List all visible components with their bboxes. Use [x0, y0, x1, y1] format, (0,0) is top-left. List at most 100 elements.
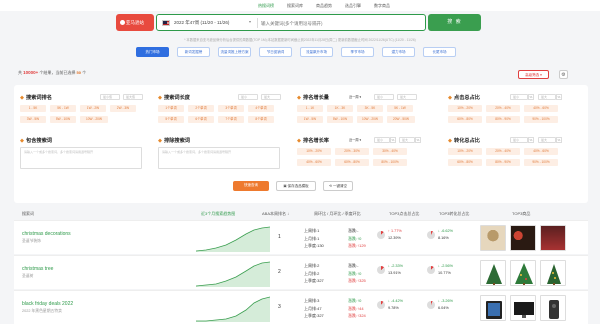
max-input[interactable]: 最大 [538, 137, 556, 143]
col-click-share[interactable]: TOP3点击总占比 [389, 211, 419, 217]
nav-selection-engine[interactable]: 选品引擎 [345, 3, 361, 9]
product-thumbnail[interactable] [480, 225, 506, 251]
nav-product-trend[interactable]: 商品趋势 [316, 3, 332, 9]
marketplace-button[interactable]: 亚马逊站 [116, 14, 154, 31]
save-template-button[interactable]: ▣ 保存选品模板 [276, 181, 316, 191]
max-input[interactable]: 最大 [399, 137, 415, 143]
tab-traffic-surge[interactable]: 流量飙升市场 [300, 47, 333, 57]
chip[interactable]: 60% - 80% [448, 116, 482, 123]
chip[interactable]: 10% - 20% [448, 105, 482, 112]
table-row[interactable]: christmas tree 圣诞树 2 上周排:2 上月排:2 上季度:327… [14, 255, 588, 289]
chip[interactable]: 1 - 1K [297, 105, 323, 112]
nav-keyword-library[interactable]: 搜索词库 [287, 3, 303, 9]
search-button[interactable]: 搜 索 [428, 14, 481, 31]
chip[interactable]: 40% - 60% [297, 159, 331, 166]
product-thumbnail[interactable] [480, 260, 506, 286]
keyword-link[interactable]: christmas decorations [22, 231, 71, 237]
chip[interactable]: 20W - 50W [387, 116, 415, 123]
tab-holiday[interactable]: 节日促销词 [259, 47, 292, 57]
chip[interactable]: 1个单词 [158, 105, 184, 112]
keyword-link[interactable]: christmas tree [22, 266, 53, 272]
tab-new-words[interactable]: 新词发掘榜 [177, 47, 210, 57]
tab-potential[interactable]: 潜力市场 [382, 47, 415, 57]
max-input[interactable]: 最大 [261, 94, 281, 100]
chip[interactable]: 60% - 80% [448, 159, 482, 166]
period-select[interactable]: 近一周 ▾ [349, 94, 361, 100]
chip[interactable]: 40% - 60% [524, 105, 558, 112]
search-input[interactable] [261, 18, 421, 28]
chip[interactable]: 10% - 20% [448, 148, 482, 155]
chip[interactable]: 20% - 30% [335, 148, 369, 155]
max-input[interactable]: 最大 [397, 94, 417, 100]
chip[interactable]: 5个单词 [158, 116, 184, 123]
chip[interactable]: 1 - 5K [20, 105, 46, 112]
tab-traffic-words[interactable]: 流量词推上榜方案 [218, 47, 251, 57]
chip[interactable]: 80% - 90% [486, 159, 520, 166]
product-thumbnail[interactable] [510, 225, 536, 251]
col-conv-share[interactable]: TOP3转化总占比 [439, 211, 469, 217]
reset-button[interactable]: ⟲ 一键清空 [323, 181, 353, 191]
product-thumbnail[interactable] [510, 260, 536, 286]
chip[interactable]: 80% - 90% [486, 116, 520, 123]
min-input[interactable]: 最小值 [100, 94, 120, 100]
chip[interactable]: 40% - 60% [524, 148, 558, 155]
chip[interactable]: 8个单词 [248, 116, 274, 123]
chip[interactable]: 5W - 10W [327, 116, 353, 123]
chip[interactable]: 20% - 40% [486, 105, 520, 112]
chip[interactable]: 2W - 3W [110, 105, 136, 112]
chip[interactable]: 7个单词 [218, 116, 244, 123]
table-row[interactable]: black friday deals 2022 2022 年黑色星期五特卖 3 … [14, 290, 588, 324]
include-keywords-input[interactable]: 请输入一个或多个搜索词，多个搜索词请用逗号隔开 [20, 147, 142, 169]
quick-query-button[interactable]: 快速查询 [233, 181, 269, 191]
product-thumbnail[interactable] [510, 295, 536, 321]
col-trend[interactable]: 近3个月搜索趋势图 [201, 211, 235, 217]
chip[interactable]: 5W - 10W [50, 116, 76, 123]
product-thumbnail[interactable] [540, 225, 566, 251]
chip[interactable]: 30% - 40% [373, 148, 407, 155]
nav-hot-keywords[interactable]: 热搜词榜 [258, 3, 274, 9]
chip[interactable]: 3个单词 [218, 105, 244, 112]
us-flag-icon[interactable] [162, 20, 170, 26]
col-aba-rank[interactable]: ABA本周排名 ↓ [262, 211, 289, 217]
chip[interactable]: 80% - 100% [373, 159, 407, 166]
tab-long-tail[interactable]: 长尾市场 [423, 47, 456, 57]
chevron-down-icon[interactable]: ▾ [249, 19, 251, 24]
table-row[interactable]: christmas decorations 圣诞节装饰 1 上周排:1 上月排:… [14, 220, 588, 254]
chip[interactable]: 1W - 5W [297, 116, 323, 123]
min-input[interactable]: 最小 [374, 137, 390, 143]
chip[interactable]: 10W - 20W [80, 116, 108, 123]
min-input[interactable]: 最小 [510, 94, 528, 100]
min-input[interactable]: 最小 [510, 137, 528, 143]
chip[interactable]: 90% - 100% [524, 159, 558, 166]
gear-icon[interactable]: ⚙ [559, 70, 568, 79]
product-thumbnail[interactable] [540, 295, 566, 321]
week-selector[interactable]: 2022 年47周 (11/20 - 11/26) [174, 20, 229, 26]
chip[interactable]: 6个单词 [188, 116, 214, 123]
exclude-keywords-input[interactable]: 请输入一个或多个搜索词，多个搜索词请用逗号隔开 [158, 147, 280, 169]
tab-seasonal[interactable]: 季节市场 [341, 47, 374, 57]
chip[interactable]: 1K - 3K [327, 105, 353, 112]
chip[interactable]: 10% - 20% [297, 148, 331, 155]
chip[interactable]: 60% - 80% [335, 159, 369, 166]
nav-digital-products[interactable]: 数字商品 [374, 3, 390, 9]
product-thumbnail[interactable] [480, 295, 506, 321]
chip[interactable]: 4个单词 [248, 105, 274, 112]
chip[interactable]: 3W - 5W [20, 116, 46, 123]
max-input[interactable]: 最大值 [123, 94, 143, 100]
max-input[interactable]: 最大 [538, 94, 556, 100]
chip[interactable]: 3K - 5K [357, 105, 383, 112]
min-input[interactable]: 最小 [374, 94, 394, 100]
chip[interactable]: 1W - 2W [80, 105, 106, 112]
product-thumbnail[interactable] [540, 260, 566, 286]
advanced-filter-button[interactable]: 高级筛选 ▾ [518, 70, 549, 79]
period-select[interactable]: 近一周 ▾ [349, 137, 361, 143]
chip[interactable]: 90% - 100% [524, 116, 558, 123]
chip[interactable]: 2个单词 [188, 105, 214, 112]
chip[interactable]: 5K - 1W [50, 105, 76, 112]
keyword-link[interactable]: black friday deals 2022 [22, 301, 73, 307]
min-input[interactable]: 最小 [238, 94, 258, 100]
chip[interactable]: 5K - 1W [387, 105, 413, 112]
chip[interactable]: 20% - 40% [486, 148, 520, 155]
chip[interactable]: 10W - 20W [357, 116, 383, 123]
tab-hot-market[interactable]: 热门市场 [136, 47, 169, 57]
